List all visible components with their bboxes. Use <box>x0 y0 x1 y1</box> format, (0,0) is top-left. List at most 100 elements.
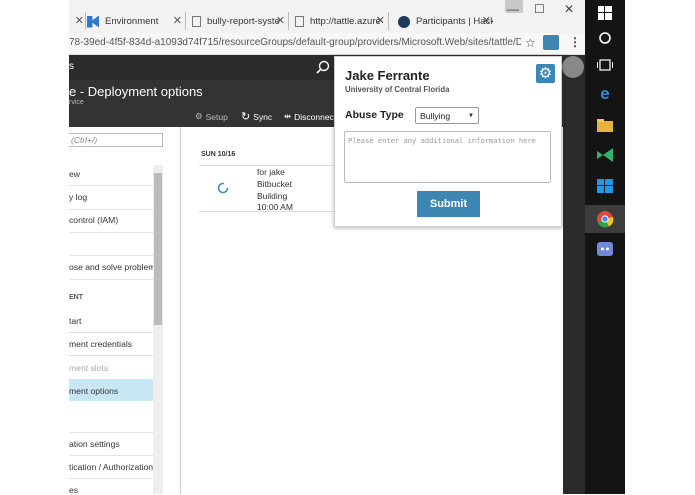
details-textarea[interactable]: Please enter any additional information … <box>344 131 551 183</box>
menu-item-deployment-options[interactable]: ment options <box>69 386 153 396</box>
file-explorer-icon[interactable] <box>595 115 615 135</box>
menu-item-diagnose[interactable]: ose and solve problems <box>69 262 153 272</box>
star-icon[interactable]: ☆ <box>525 36 536 50</box>
deployment-message: for jake <box>257 167 285 177</box>
menu-search-input[interactable]: (Ctrl+/) <box>69 133 163 147</box>
deployment-row[interactable]: for jake Bitbucket Building 10:00 AM <box>257 167 293 214</box>
left-margin <box>0 0 69 494</box>
abuse-type-select[interactable]: Bullying ▼ <box>415 107 479 124</box>
chevron-down-icon: ▼ <box>468 112 474 119</box>
disconnect-icon: ⇹ <box>284 111 292 121</box>
edge-icon[interactable]: e <box>595 84 615 104</box>
scroll-thumb[interactable] <box>154 173 162 325</box>
menu-item-deployment-credentials[interactable]: ment credentials <box>69 339 153 349</box>
document-icon <box>192 16 201 27</box>
portal-right-edge <box>562 55 585 494</box>
abuse-type-value: Bullying <box>420 110 451 121</box>
sync-button[interactable]: ↻ Sync <box>241 110 272 123</box>
tab-divider <box>185 12 186 30</box>
url-field[interactable]: 78-39ed-4f5f-834d-a1093d74f715/resourceG… <box>69 37 521 48</box>
menu-divider <box>69 332 153 333</box>
tab-label: http://tattle.azure <box>310 16 381 27</box>
tab-environment[interactable]: Environment ✕ <box>87 10 184 33</box>
menu-divider <box>69 279 153 280</box>
setup-label: Setup <box>205 111 228 122</box>
menu-item-quickstart[interactable]: tart <box>69 316 153 326</box>
document-icon <box>295 16 304 27</box>
disconnect-label: Disconnect <box>294 111 334 122</box>
windows-store-icon[interactable] <box>595 176 615 196</box>
gear-icon: ⚙ <box>538 65 553 82</box>
menu-divider <box>69 355 153 356</box>
sync-icon: ↻ <box>241 111 251 123</box>
deployment-time: 10:00 AM <box>257 202 293 213</box>
menu-item-application-settings[interactable]: ation settings <box>69 439 153 449</box>
close-icon[interactable]: ✕ <box>75 14 84 27</box>
cortana-icon[interactable] <box>595 28 615 48</box>
search-icon[interactable] <box>316 60 330 74</box>
user-school: University of Central Florida <box>345 85 450 94</box>
avatar[interactable] <box>562 56 584 78</box>
menu-icon[interactable]: ⋮ <box>569 35 581 49</box>
menu-scrollbar[interactable] <box>153 165 163 494</box>
menu-divider <box>69 185 153 186</box>
menu-divider <box>69 478 153 479</box>
close-window-button[interactable]: ✕ <box>564 2 574 16</box>
windows-start-icon[interactable] <box>595 3 615 23</box>
menu-item-overview[interactable]: ew <box>69 169 153 179</box>
blade-title: e - Deployment options <box>69 84 203 99</box>
spinner-icon <box>217 182 229 194</box>
menu-divider <box>69 232 153 233</box>
chrome-icon[interactable] <box>595 209 615 229</box>
gear-icon: ⚙ <box>195 111 203 121</box>
sync-label: Sync <box>253 111 273 122</box>
tab-divider <box>288 12 289 30</box>
tab-divider <box>388 12 389 30</box>
menu-divider <box>69 432 153 433</box>
close-icon[interactable]: ✕ <box>276 14 285 27</box>
windows-taskbar: e <box>585 0 625 494</box>
tab-label: Environment <box>105 16 159 27</box>
setup-button[interactable]: ⚙ Setup <box>195 111 228 122</box>
abuse-type-label: Abuse Type <box>345 109 404 121</box>
browser-tab-strip: ✕ Environment ✕ bully-report-syste ✕ htt… <box>69 0 585 33</box>
tab-divider <box>85 12 86 30</box>
deployment-status: Building <box>257 190 288 201</box>
minimize-button[interactable]: — <box>507 2 519 16</box>
blade-subtitle: rvice <box>69 99 84 106</box>
discord-icon[interactable] <box>595 239 615 259</box>
address-bar: 78-39ed-4f5f-834d-a1093d74f715/resourceG… <box>69 33 585 55</box>
portal-brand: s <box>69 61 74 72</box>
deployment-date: SUN 10/16 <box>201 151 236 158</box>
close-icon[interactable]: ✕ <box>376 14 385 27</box>
menu-item-deployment-slots: ment slots <box>69 363 109 373</box>
right-margin <box>625 0 695 494</box>
tab-tattle[interactable]: http://tattle.azure ✕ <box>295 10 387 33</box>
close-icon[interactable]: ✕ <box>482 14 491 27</box>
visual-studio-icon[interactable] <box>595 145 615 165</box>
menu-item-activity-log[interactable]: y log <box>69 192 153 202</box>
menu-divider <box>69 255 153 256</box>
tab-label: bully-report-syste <box>207 16 280 27</box>
kudu-icon <box>87 15 99 28</box>
maximize-button[interactable]: ☐ <box>534 2 545 16</box>
user-name: Jake Ferrante <box>345 68 430 83</box>
extension-icon[interactable] <box>543 35 559 50</box>
submit-button[interactable]: Submit <box>417 191 480 217</box>
tab-partial[interactable]: ✕ <box>69 10 84 33</box>
tab-participants[interactable]: Participants | Hack ✕ <box>398 10 493 33</box>
menu-divider <box>69 209 153 210</box>
deployment-source: Bitbucket <box>257 178 292 189</box>
menu-item-authentication[interactable]: tication / Authorization <box>69 462 153 472</box>
close-icon[interactable]: ✕ <box>173 14 182 27</box>
task-view-icon[interactable] <box>595 55 615 75</box>
report-popup: Jake Ferrante University of Central Flor… <box>334 56 562 227</box>
tab-bully-report[interactable]: bully-report-syste ✕ <box>192 10 287 33</box>
devpost-icon <box>398 15 410 28</box>
menu-item-access-control[interactable]: control (IAM) <box>69 215 153 225</box>
disconnect-button[interactable]: ⇹ Disconnect <box>284 111 334 122</box>
menu-section-deployment: ENT <box>69 294 83 301</box>
resource-menu: (Ctrl+/) ew y log control (IAM) ose and … <box>69 127 181 495</box>
menu-divider <box>69 455 153 456</box>
settings-button[interactable]: ⚙ <box>536 64 555 83</box>
